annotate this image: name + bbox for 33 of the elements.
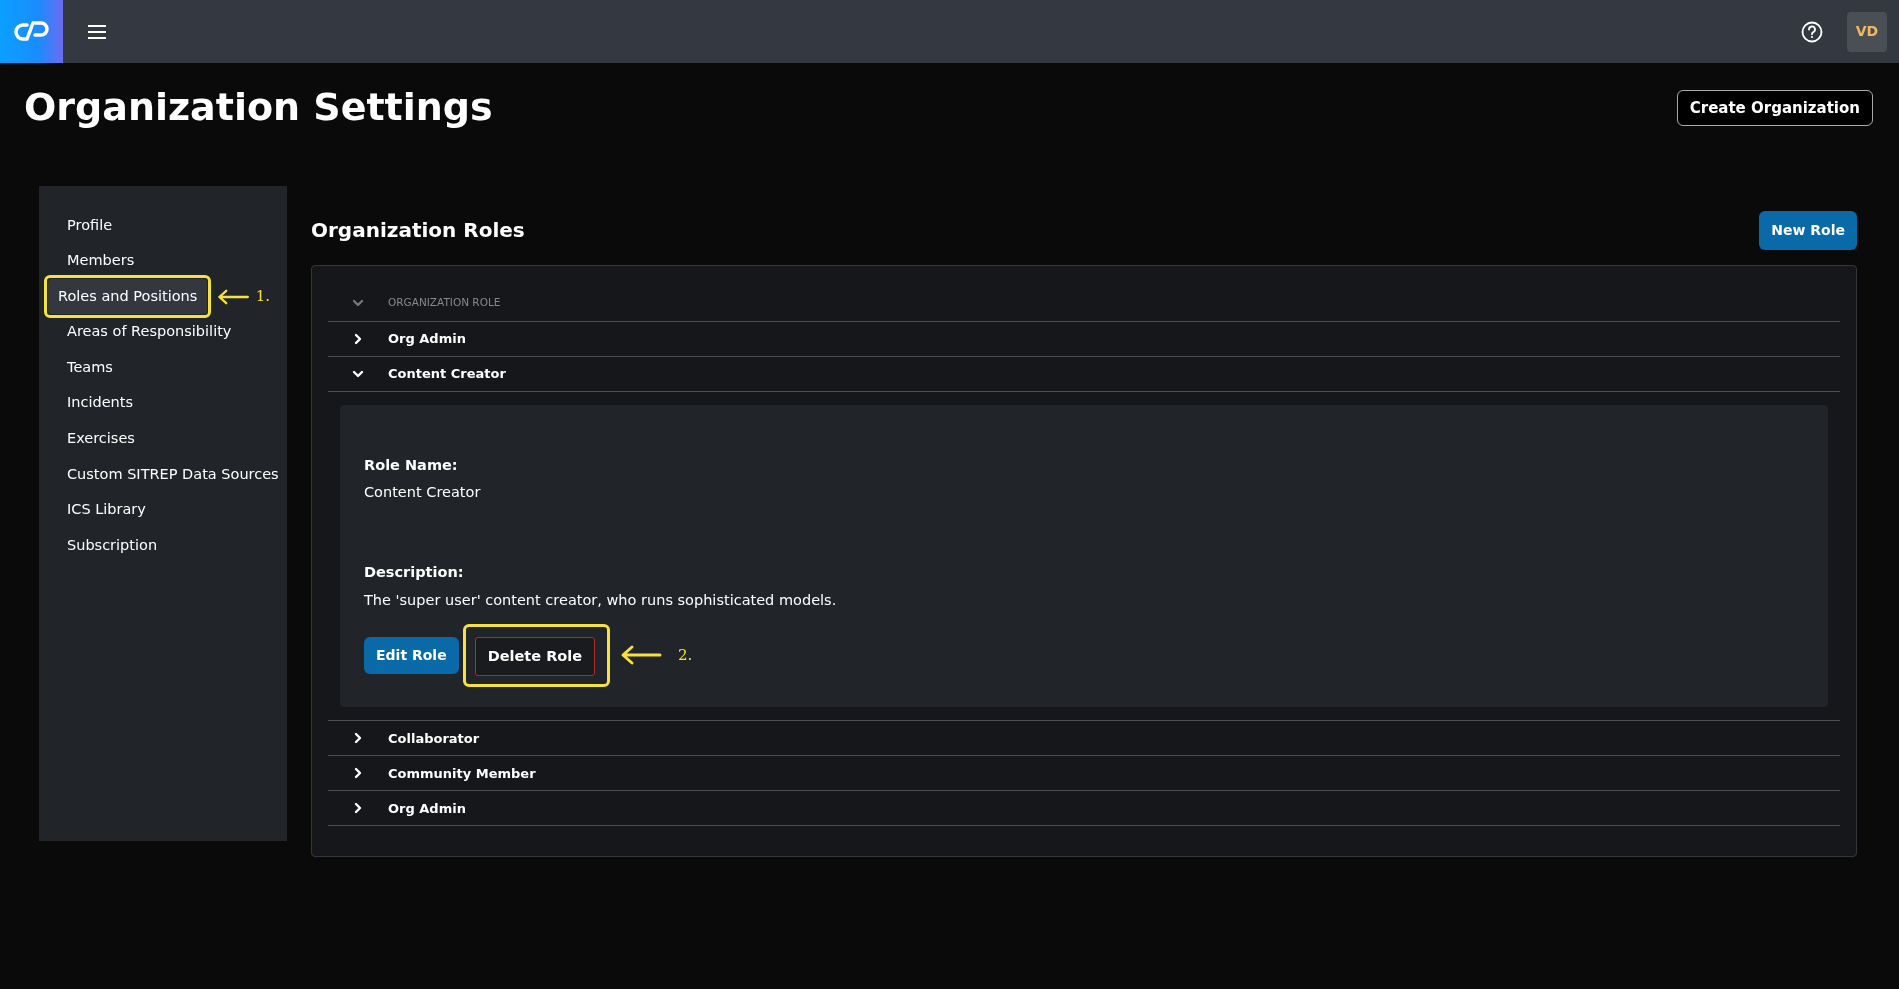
sidebar-item[interactable]: Members — [57, 243, 145, 279]
field-label: Description: — [364, 563, 465, 583]
field-value: Content Creator — [364, 483, 482, 503]
role-name[interactable]: Org Admin — [388, 798, 466, 819]
delete-role-button[interactable]: Delete Role — [474, 636, 596, 677]
role-name[interactable]: Collaborator — [388, 728, 480, 749]
sidebar-item[interactable]: ICS Library — [57, 492, 156, 528]
new-role-button[interactable]: New Role — [1759, 210, 1857, 250]
callout-number: 2. — [678, 645, 693, 667]
field-value: The 'super user' content creator, who runs sophisticated models. — [364, 590, 838, 610]
sidebar-item[interactable]: Roles and Positions — [48, 278, 208, 315]
role-name[interactable]: Community Member — [388, 763, 536, 784]
sidebar-item[interactable]: Profile — [57, 207, 123, 244]
sidebar-item[interactable]: Teams — [57, 349, 123, 386]
sidebar-item[interactable]: Exercises — [57, 421, 145, 457]
sidebar-item[interactable]: Subscription — [57, 527, 168, 564]
page-title: Organization Settings — [24, 85, 493, 131]
role-name[interactable]: Org Admin — [388, 328, 466, 349]
sidebar-item[interactable]: Incidents — [57, 385, 144, 422]
callout-number: 1. — [255, 286, 270, 308]
edit-role-button[interactable]: Edit Role — [364, 636, 459, 674]
menu-icon[interactable] — [87, 23, 107, 40]
logo-tile[interactable] — [0, 0, 63, 63]
sidebar-item[interactable]: Areas of Responsibility — [57, 314, 242, 351]
sidebar-item[interactable]: Custom SITREP Data Sources — [57, 456, 289, 493]
column-header: ORGANIZATION ROLE — [388, 295, 501, 311]
user-avatar[interactable]: VD — [1847, 11, 1887, 52]
create-organization-button[interactable]: Create Organization — [1676, 89, 1873, 127]
callout-arrow — [620, 644, 663, 667]
role-name[interactable]: Content Creator — [388, 363, 506, 384]
field-label: Role Name: — [364, 455, 459, 475]
section-title: Organization Roles — [311, 218, 525, 243]
help-icon[interactable] — [1801, 20, 1823, 43]
